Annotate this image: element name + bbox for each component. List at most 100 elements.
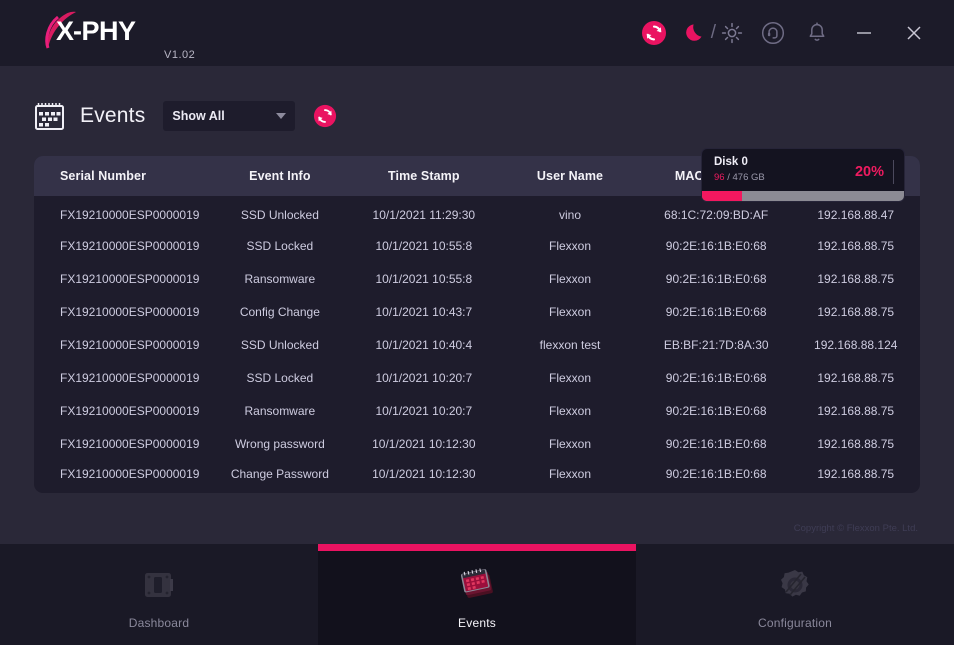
close-icon: [905, 24, 923, 42]
disk-capacity: 96 / 476 GB: [714, 172, 765, 183]
table-column-header: Time Stamp: [349, 156, 500, 196]
minimize-button[interactable]: [842, 13, 886, 53]
calendar-icon-svg: [34, 101, 66, 131]
xphy-logo-svg: X -PHY: [42, 10, 154, 54]
table-cell: 192.168.88.124: [791, 328, 920, 361]
table-cell: Flexxon: [499, 427, 641, 460]
gear-icon: [775, 563, 815, 605]
table-cell: 90:2E:16:1B:E0:68: [641, 295, 792, 328]
table-cell: 10/1/2021 10:12:30: [349, 460, 500, 493]
table-cell: Ransomware: [211, 262, 348, 295]
events-table-body: FX19210000ESP0000019SSD Unlocked10/1/202…: [34, 196, 920, 493]
calendar-book-icon: [454, 563, 500, 605]
disk-name: Disk 0: [714, 155, 765, 170]
table-cell: Flexxon: [499, 460, 641, 493]
disk-used: 96: [714, 172, 725, 183]
nav-label-dashboard: Dashboard: [129, 616, 190, 630]
app-window: X -PHY V1.02 /: [0, 0, 954, 645]
nav-item-events[interactable]: Events: [318, 544, 636, 645]
notifications-button[interactable]: [798, 14, 836, 52]
table-cell: 10/1/2021 10:20:7: [349, 361, 500, 394]
table-cell: vino: [499, 196, 641, 229]
table-cell: FX19210000ESP0000019: [34, 328, 211, 361]
support-button[interactable]: [754, 14, 792, 52]
table-cell: 10/1/2021 10:40:4: [349, 328, 500, 361]
table-cell: 192.168.88.75: [791, 262, 920, 295]
brand: X -PHY V1.02: [42, 10, 195, 57]
disk-card-top: Disk 0 96 / 476 GB 20%: [702, 149, 904, 191]
copyright-text: Copyright © Flexxon Pte. Ltd.: [794, 523, 918, 534]
events-table-container: Serial NumberEvent InfoTime StampUser Na…: [34, 156, 920, 493]
table-cell: FX19210000ESP0000019: [34, 394, 211, 427]
refresh-events-button[interactable]: [313, 104, 337, 128]
disk-progress-track: [702, 191, 904, 201]
disk-usage-card[interactable]: Disk 0 96 / 476 GB 20%: [702, 149, 904, 201]
table-cell: SSD Unlocked: [211, 196, 348, 229]
table-cell: Wrong password: [211, 427, 348, 460]
table-cell: 10/1/2021 10:20:7: [349, 394, 500, 427]
minimize-icon: [855, 24, 873, 42]
close-button[interactable]: [892, 13, 936, 53]
disk-percent: 20%: [855, 164, 884, 180]
table-row[interactable]: FX19210000ESP0000019SSD Unlocked10/1/202…: [34, 328, 920, 361]
table-cell: 192.168.88.75: [791, 229, 920, 262]
bell-icon: [804, 20, 830, 46]
refresh-icon: [313, 104, 337, 128]
table-row[interactable]: FX19210000ESP0000019SSD Locked10/1/2021 …: [34, 229, 920, 262]
sun-icon[interactable]: [720, 21, 744, 45]
ssd-drive-icon-svg: [139, 565, 179, 605]
svg-text:X: X: [56, 16, 74, 46]
chevron-down-icon: [276, 113, 286, 119]
calendar-icon: [34, 101, 66, 131]
gear-icon-svg: [775, 565, 815, 605]
table-cell: FX19210000ESP0000019: [34, 196, 211, 229]
table-cell: 90:2E:16:1B:E0:68: [641, 427, 792, 460]
nav-label-configuration: Configuration: [758, 616, 832, 630]
table-cell: EB:BF:21:7D:8A:30: [641, 328, 792, 361]
moon-icon[interactable]: [683, 21, 707, 45]
disk-divider: [893, 160, 894, 184]
app-version: V1.02: [164, 49, 195, 61]
titlebar-actions: /: [635, 13, 936, 53]
table-row[interactable]: FX19210000ESP0000019Wrong password10/1/2…: [34, 427, 920, 460]
table-row[interactable]: FX19210000ESP0000019Change Password10/1/…: [34, 460, 920, 493]
active-tab-indicator: [318, 544, 636, 551]
table-cell: 192.168.88.75: [791, 361, 920, 394]
table-cell: Ransomware: [211, 394, 348, 427]
table-row[interactable]: FX19210000ESP0000019Config Change10/1/20…: [34, 295, 920, 328]
table-column-header: Serial Number: [34, 156, 211, 196]
table-row[interactable]: FX19210000ESP0000019Ransomware10/1/2021 …: [34, 394, 920, 427]
table-cell: Flexxon: [499, 262, 641, 295]
table-cell: FX19210000ESP0000019: [34, 262, 211, 295]
table-cell: SSD Locked: [211, 361, 348, 394]
table-cell: FX19210000ESP0000019: [34, 361, 211, 394]
event-filter-select[interactable]: Show All: [163, 101, 295, 131]
table-row[interactable]: FX19210000ESP0000019Ransomware10/1/2021 …: [34, 262, 920, 295]
table-cell: Flexxon: [499, 394, 641, 427]
nav-item-configuration[interactable]: Configuration: [636, 544, 954, 645]
disk-info: Disk 0 96 / 476 GB: [714, 155, 765, 183]
title-bar: X -PHY V1.02 /: [0, 0, 954, 66]
table-cell: FX19210000ESP0000019: [34, 229, 211, 262]
theme-toggle[interactable]: /: [679, 21, 748, 45]
disk-capacity-separator: /: [725, 172, 733, 183]
table-cell: 10/1/2021 10:55:8: [349, 262, 500, 295]
disk-percent-group: 20%: [855, 155, 894, 184]
table-cell: 90:2E:16:1B:E0:68: [641, 460, 792, 493]
table-cell: 10/1/2021 10:43:7: [349, 295, 500, 328]
event-filter-value: Show All: [172, 109, 224, 123]
table-cell: 10/1/2021 10:55:8: [349, 229, 500, 262]
table-cell: 90:2E:16:1B:E0:68: [641, 229, 792, 262]
nav-label-events: Events: [458, 616, 496, 630]
table-cell: Change Password: [211, 460, 348, 493]
table-cell: 90:2E:16:1B:E0:68: [641, 361, 792, 394]
table-cell: 90:2E:16:1B:E0:68: [641, 262, 792, 295]
events-toolbar: Events Show All: [34, 88, 920, 144]
xphy-logo: X -PHY: [42, 10, 154, 54]
table-column-header: Event Info: [211, 156, 348, 196]
table-cell: flexxon test: [499, 328, 641, 361]
table-row[interactable]: FX19210000ESP0000019SSD Locked10/1/2021 …: [34, 361, 920, 394]
table-cell: 192.168.88.75: [791, 460, 920, 493]
refresh-button[interactable]: [635, 14, 673, 52]
nav-item-dashboard[interactable]: Dashboard: [0, 544, 318, 645]
